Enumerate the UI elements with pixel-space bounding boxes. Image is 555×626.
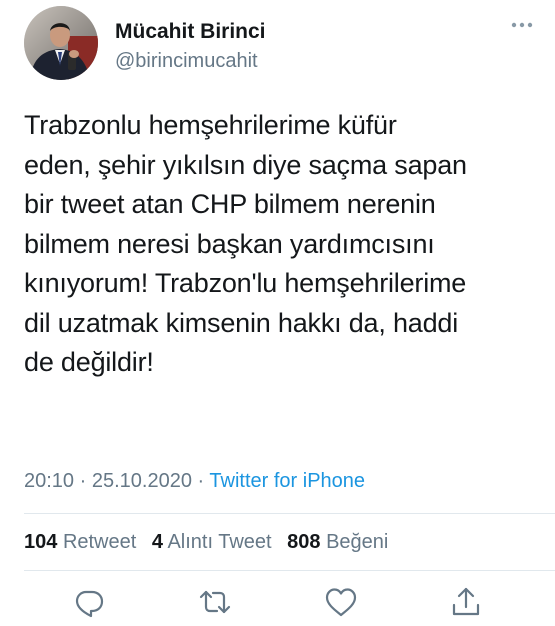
tweet-meta: 20:10 · 25.10.2020 · Twitter for iPhone [24, 470, 365, 493]
user-handle[interactable]: @birincimucahit [115, 50, 258, 73]
meta-separator: · [79, 470, 87, 492]
tweet-stats: 104 Retweet 4 Alıntı Tweet 808 Beğeni [24, 531, 398, 554]
tweet-actions [0, 585, 555, 619]
tweet-header: Mücahit Birinci @birincimucahit [24, 6, 534, 84]
avatar[interactable] [24, 6, 98, 80]
quote-label: Alıntı Tweet [167, 531, 272, 553]
profile-photo-icon [24, 6, 98, 80]
like-count-stat[interactable]: 808 Beğeni [287, 531, 388, 553]
tweet-time[interactable]: 20:10 [24, 470, 74, 492]
retweet-label: Retweet [62, 531, 137, 553]
more-options-icon[interactable] [510, 18, 534, 32]
share-icon[interactable] [449, 585, 483, 619]
tweet-text: Trabzonlu hemşehrilerime küfür eden, şeh… [24, 110, 467, 377]
tweet-source-link[interactable]: Twitter for iPhone [209, 470, 365, 492]
meta-separator: · [197, 470, 205, 492]
like-label: Beğeni [326, 531, 389, 553]
retweet-count-stat[interactable]: 104 Retweet [24, 531, 136, 553]
retweet-icon[interactable] [198, 585, 232, 619]
quote-count: 4 [151, 531, 163, 553]
display-name[interactable]: Mücahit Birinci [115, 20, 266, 44]
reply-icon[interactable] [72, 585, 106, 619]
like-icon[interactable] [324, 585, 358, 619]
like-count: 808 [287, 531, 321, 553]
divider [24, 513, 555, 514]
tweet-date[interactable]: 25.10.2020 [92, 470, 192, 492]
retweet-count: 104 [24, 531, 58, 553]
divider [24, 570, 555, 571]
quote-count-stat[interactable]: 4 Alıntı Tweet [152, 531, 272, 553]
